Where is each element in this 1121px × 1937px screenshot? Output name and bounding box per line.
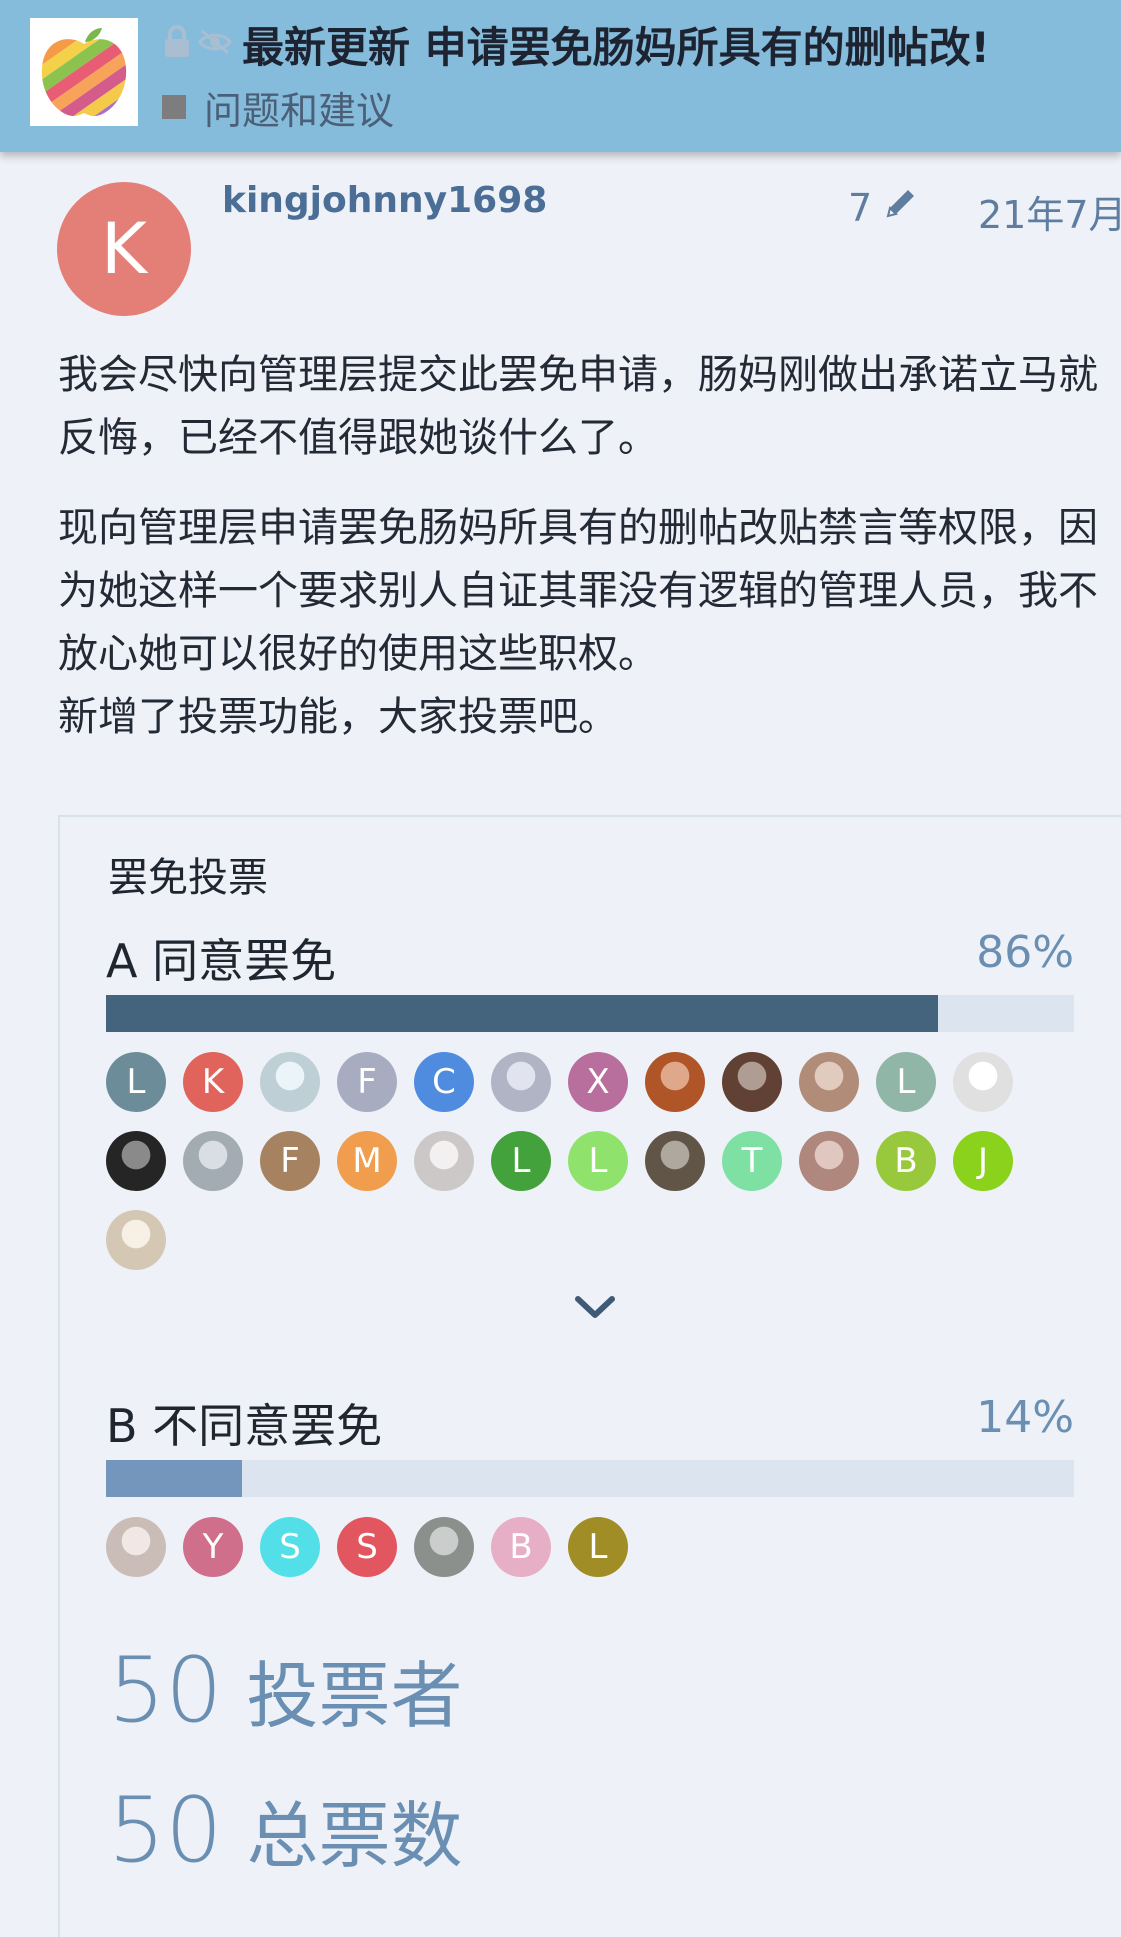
voter-avatar[interactable]: F [260,1131,320,1191]
hands-photo-avatar-icon[interactable] [799,1131,859,1191]
poll-option-percent: 14% [976,1392,1074,1443]
orange-car-avatar-icon[interactable] [645,1052,705,1112]
poll-option-label: A 同意罢免 [106,934,337,988]
category-name[interactable]: 问题和建议 [204,80,394,135]
total-votes-count: 50 [108,1778,223,1883]
edit-history-button[interactable]: 7 [848,184,920,231]
topic-title[interactable]: 最新更新 申请罢免肠妈所具有的删帖改! [242,14,990,75]
flower-bw-avatar-icon[interactable] [106,1131,166,1191]
cartoon-glasses-avatar-icon[interactable] [260,1052,320,1112]
poll-title: 罢免投票 [108,855,268,901]
cat-photo-avatar-icon[interactable] [645,1131,705,1191]
voter-avatar[interactable]: C [414,1052,474,1112]
voter-avatar[interactable]: L [568,1517,628,1577]
poll-option-percent: 86% [976,927,1074,978]
voter-avatar[interactable]: B [491,1517,551,1577]
author-username[interactable]: kingjohnny1698 [222,180,547,221]
red-hair-avatar-icon[interactable] [953,1052,1013,1112]
site-logo[interactable] [30,18,138,126]
poll-voters-stat: 50 投票者 [108,1637,463,1743]
voters-label: 投票者 [246,1654,463,1738]
poll-bar-track [106,995,1074,1032]
voter-avatar[interactable]: F [337,1052,397,1112]
lock-icon [162,25,192,63]
post-paragraph: 现向管理层申请罢免肠妈所具有的删帖改贴禁言等权限，因为她这样一个要求别人自证其罪… [58,505,1098,740]
post-paragraph: 我会尽快向管理层提交此罢免申请，肠妈刚做出承诺立马就反悔，已经不值得跟她谈什么了… [58,352,1098,461]
voter-avatar[interactable]: B [876,1131,936,1191]
voter-avatar[interactable]: L [876,1052,936,1112]
pencil-icon [882,184,920,231]
portrait-avatar-icon[interactable] [799,1052,859,1112]
poll-bar-fill [106,1460,242,1497]
voter-avatar[interactable]: Y [183,1517,243,1577]
voters-count: 50 [108,1638,223,1743]
room-photo-avatar-icon[interactable] [183,1131,243,1191]
post-date[interactable]: 21年7月 [978,184,1121,239]
poll-total-stat: 50 总票数 [108,1777,463,1883]
voter-avatar[interactable]: S [337,1517,397,1577]
voter-avatar[interactable]: S [260,1517,320,1577]
post-content: 我会尽快向管理层提交此罢免申请，肠妈刚做出承诺立马就反悔，已经不值得跟她谈什么了… [58,344,1098,749]
apple-stripes-logo-icon [41,28,127,117]
brown-photo-avatar-icon[interactable] [722,1052,782,1112]
anime-girl-avatar-icon[interactable] [106,1210,166,1270]
cosmetics-photo-avatar-icon[interactable] [106,1517,166,1577]
voter-avatar[interactable]: L [106,1052,166,1112]
voter-avatar[interactable]: T [722,1131,782,1191]
voter-avatar[interactable]: L [491,1131,551,1191]
category-badge[interactable]: 问题和建议 [162,80,394,135]
edit-count: 7 [848,185,873,230]
voter-avatar[interactable]: M [337,1131,397,1191]
author-avatar[interactable]: K [57,182,191,316]
voter-avatar[interactable]: K [183,1052,243,1112]
voter-avatar[interactable]: J [953,1131,1013,1191]
chevron-down-icon[interactable] [570,1287,620,1327]
topic-title-row: 最新更新 申请罢免肠妈所具有的删帖改! [162,14,990,74]
voter-avatar[interactable]: L [568,1131,628,1191]
total-votes-label: 总票数 [246,1794,463,1878]
unlisted-icon [198,28,232,60]
category-color-swatch [162,95,186,119]
topic-header: 最新更新 申请罢免肠妈所具有的删帖改! 问题和建议 [0,0,1121,152]
poll-bar-track [106,1460,1074,1497]
snow-people-avatar-icon[interactable] [414,1517,474,1577]
voter-avatar[interactable]: X [568,1052,628,1112]
poll-option-label: B 不同意罢免 [106,1399,383,1453]
poll-voters: YSSBL [106,1517,1074,1577]
poll-bar-fill [106,995,939,1032]
white-cat-avatar-icon[interactable] [491,1052,551,1112]
poll-voters: LKFCXLFMLLTBJ [106,1052,1074,1270]
girl-portrait-avatar-icon[interactable] [414,1131,474,1191]
poll: 罢免投票 A 同意罢免 86% LKFCXLFMLLTBJ B 不同意罢免 14… [58,815,1121,1937]
